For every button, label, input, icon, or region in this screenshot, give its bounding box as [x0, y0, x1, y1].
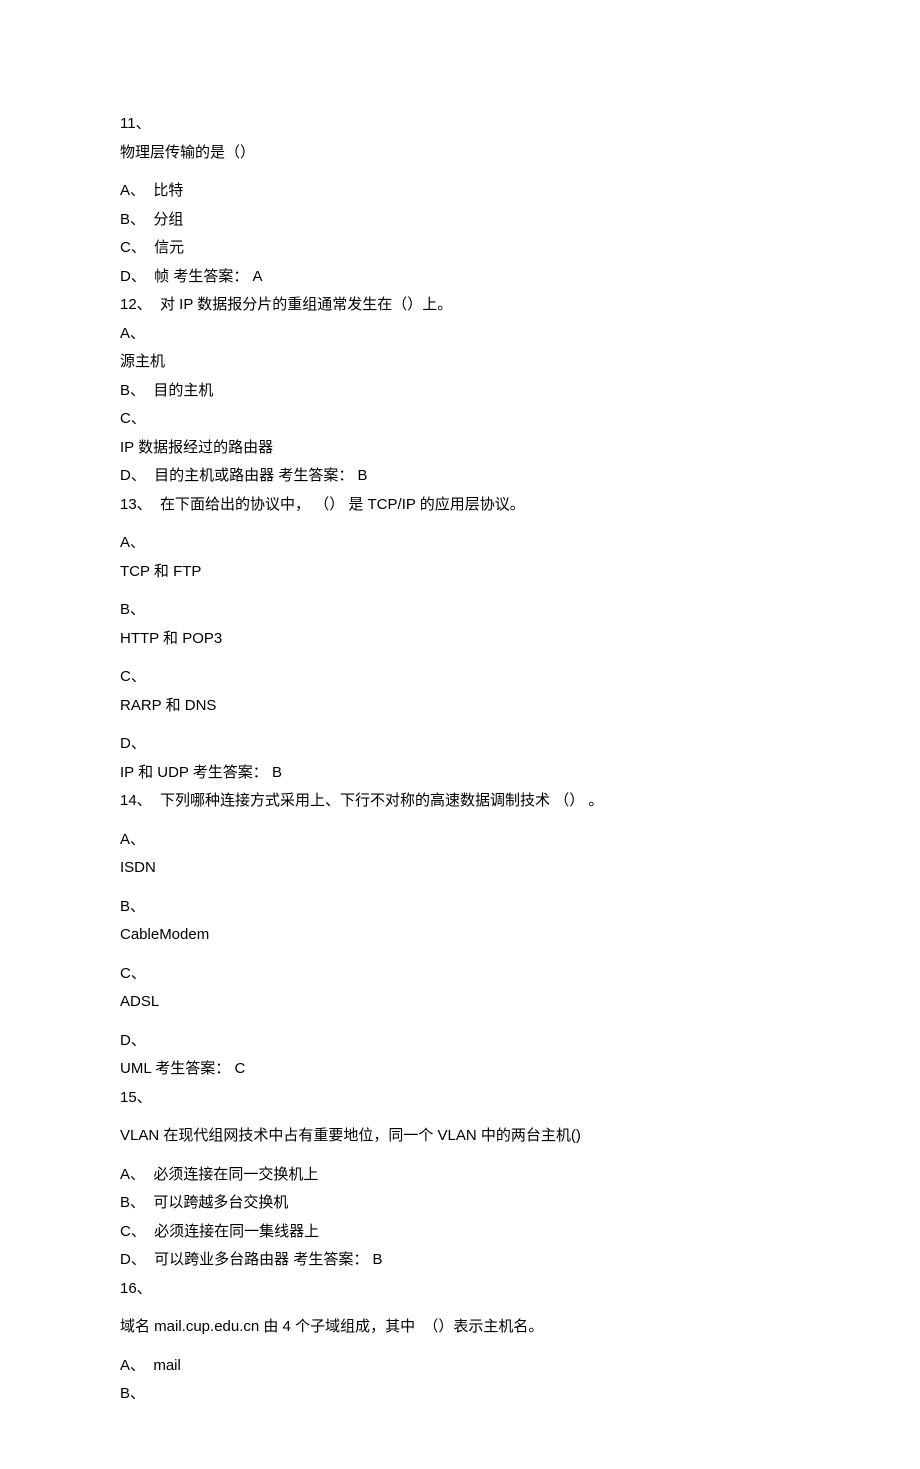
text-line: VLAN 在现代组网技术中占有重要地位，同一个 VLAN 中的两台主机()	[120, 1122, 800, 1151]
text-line: IP 数据报经过的路由器	[120, 434, 800, 463]
text-line: A、 mail	[120, 1352, 800, 1381]
text-line: HTTP 和 POP3	[120, 625, 800, 654]
text-line: 域名 mail.cup.edu.cn 由 4 个子域组成，其中 （）表示主机名。	[120, 1313, 800, 1342]
text-line: RARP 和 DNS	[120, 692, 800, 721]
text-line: C、	[120, 663, 800, 692]
text-line: D、 目的主机或路由器 考生答案： B	[120, 462, 800, 491]
text-line: A、	[120, 826, 800, 855]
text-line: A、 比特	[120, 177, 800, 206]
text-line: A、	[120, 529, 800, 558]
text-line: 11、	[120, 110, 800, 139]
text-line: C、	[120, 405, 800, 434]
text-line: B、	[120, 893, 800, 922]
text-line: UML 考生答案： C	[120, 1055, 800, 1084]
text-line: B、 目的主机	[120, 377, 800, 406]
text-line: 12、 对 IP 数据报分片的重组通常发生在（）上。	[120, 291, 800, 320]
text-line: 源主机	[120, 348, 800, 377]
text-line: B、	[120, 596, 800, 625]
text-line: CableModem	[120, 921, 800, 950]
text-line: D、 可以跨业多台路由器 考生答案： B	[120, 1246, 800, 1275]
text-line: IP 和 UDP 考生答案： B	[120, 759, 800, 788]
text-line: B、 可以跨越多台交换机	[120, 1189, 800, 1218]
text-line: 13、 在下面给出的协议中， （） 是 TCP/IP 的应用层协议。	[120, 491, 800, 520]
text-line: A、 必须连接在同一交换机上	[120, 1161, 800, 1190]
text-line: B、	[120, 1380, 800, 1409]
text-line: 15、	[120, 1084, 800, 1113]
text-line: 16、	[120, 1275, 800, 1304]
document-page: 11、物理层传输的是（）A、 比特B、 分组C、 信元D、 帧 考生答案： A1…	[0, 0, 920, 1469]
text-line: TCP 和 FTP	[120, 558, 800, 587]
text-line: 14、 下列哪种连接方式采用上、下行不对称的高速数据调制技术 （） 。	[120, 787, 800, 816]
text-line: A、	[120, 320, 800, 349]
text-line: D、	[120, 1027, 800, 1056]
text-line: D、 帧 考生答案： A	[120, 263, 800, 292]
text-line: C、 必须连接在同一集线器上	[120, 1218, 800, 1247]
text-line: D、	[120, 730, 800, 759]
text-line: ADSL	[120, 988, 800, 1017]
text-line: C、	[120, 960, 800, 989]
text-line: ISDN	[120, 854, 800, 883]
text-line: C、 信元	[120, 234, 800, 263]
text-line: B、 分组	[120, 206, 800, 235]
text-line: 物理层传输的是（）	[120, 139, 800, 168]
